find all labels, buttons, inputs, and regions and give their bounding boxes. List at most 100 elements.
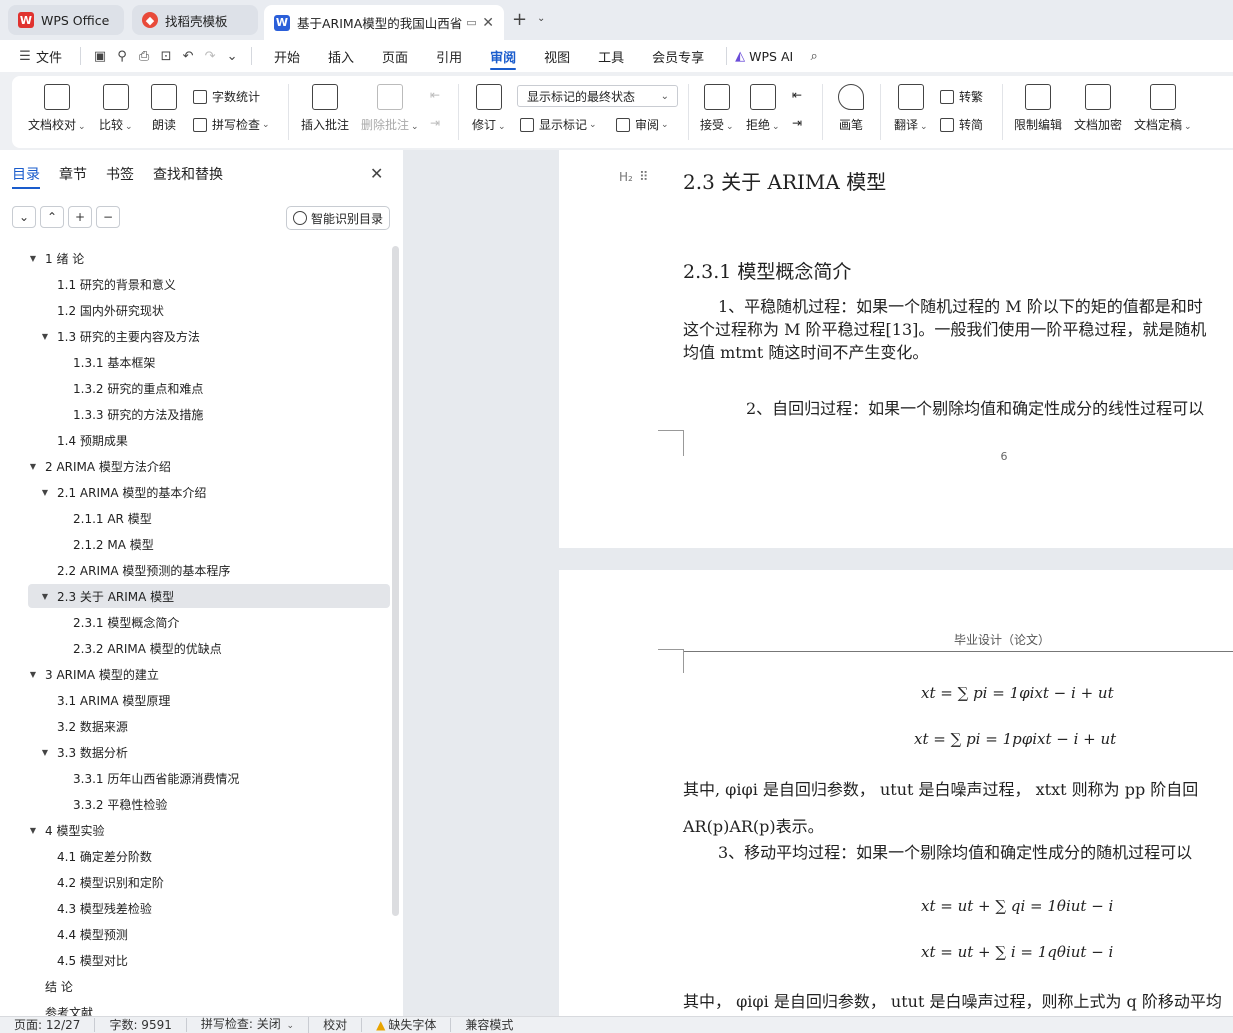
nav-tab-toc[interactable]: 目录 [12, 164, 40, 189]
doc-proof-button[interactable]: 文档校对 ⌄ [28, 84, 86, 133]
toc-item[interactable]: ▼ 1.3 研究的主要内容及方法 [28, 324, 390, 348]
toc-item[interactable]: 2.3.2 ARIMA 模型的优缺点 [28, 636, 390, 660]
toc-item[interactable]: 1.2 国内外研究现状 [28, 298, 390, 322]
toc-item[interactable]: 3.3.2 平稳性检验 [28, 792, 390, 816]
accept-button[interactable]: 接受 ⌄ [700, 84, 734, 133]
undo-icon[interactable]: ↶ [177, 45, 199, 67]
toc-item[interactable]: 3.1 ARIMA 模型原理 [28, 688, 390, 712]
menu-tab-view[interactable]: 视图 [530, 40, 584, 72]
caret-down-icon[interactable]: ▼ [40, 488, 50, 497]
toc-item[interactable]: 1.3.3 研究的方法及措施 [28, 402, 390, 426]
toc-item[interactable]: 4.2 模型识别和定阶 [28, 870, 390, 894]
caret-down-icon[interactable]: ▼ [28, 462, 38, 471]
menu-tab-references[interactable]: 引用 [422, 40, 476, 72]
word-count-indicator[interactable]: 字数: 9591 [95, 1018, 187, 1032]
tab-list-chevron-icon[interactable]: ⌄ [537, 13, 545, 24]
caret-down-icon[interactable]: ▼ [40, 748, 50, 757]
document-canvas[interactable]: H₂ ⠿ 2.3 关于 ARIMA 模型 2.3.1 模型概念简介 1、平稳随机… [403, 150, 1233, 1016]
redo-icon[interactable]: ↷ [199, 45, 221, 67]
expand-level-button[interactable]: ⌃ [40, 206, 64, 228]
show-markup-button[interactable]: 显示标记 ⌄ [520, 116, 597, 133]
markup-mode-select[interactable]: 显示标记的最终状态 ⌄ [517, 85, 678, 107]
to-simplified-button[interactable]: 转简 [940, 116, 983, 133]
page-indicator[interactable]: 页面: 12/27 [0, 1018, 96, 1032]
finalize-button[interactable]: 文档定稿 ⌄ [1134, 84, 1192, 133]
drag-handle-icon[interactable]: ⠿ [639, 170, 649, 185]
hamburger-icon[interactable]: ☰ [14, 45, 36, 67]
next-change-icon[interactable]: ⇥ [792, 116, 802, 130]
add-heading-button[interactable]: + [68, 206, 92, 228]
delete-comment-button[interactable]: 删除批注 ⌄ [361, 84, 419, 133]
toc-item[interactable]: 1.1 研究的背景和意义 [28, 272, 390, 296]
proofread-status[interactable]: 校对 [309, 1018, 363, 1032]
toc-item[interactable]: 参考文献 [28, 1000, 390, 1017]
caret-down-icon[interactable]: ▼ [28, 670, 38, 679]
caret-down-icon[interactable]: ▼ [40, 592, 50, 601]
pen-button[interactable]: 画笔 [838, 84, 864, 133]
encrypt-button[interactable]: 文档加密 [1074, 84, 1122, 133]
review-pane-button[interactable]: 审阅 ⌄ [616, 116, 669, 133]
toc-item[interactable]: 3.3.1 历年山西省能源消费情况 [28, 766, 390, 790]
track-changes-button[interactable]: 修订 ⌄ [472, 84, 506, 133]
tab-wps-office[interactable]: W WPS Office [8, 5, 124, 35]
menu-tab-review[interactable]: 审阅 [476, 40, 530, 72]
close-icon[interactable]: ✕ [482, 15, 494, 31]
print-preview-icon[interactable]: ⊡ [155, 45, 177, 67]
prev-comment-icon[interactable]: ⇤ [430, 88, 440, 102]
remove-heading-button[interactable]: − [96, 206, 120, 228]
caret-down-icon[interactable]: ▼ [28, 254, 38, 263]
spell-check-status[interactable]: 拼写检查: 关闭 ⌄ [187, 1017, 310, 1033]
nav-tab-bookmarks[interactable]: 书签 [106, 164, 134, 189]
toc-item[interactable]: 1.3.1 基本框架 [28, 350, 390, 374]
menu-tab-tools[interactable]: 工具 [584, 40, 638, 72]
spell-check-button[interactable]: 拼写检查 ⌄ [193, 116, 270, 133]
wps-ai-button[interactable]: WPS AI [749, 49, 793, 64]
next-comment-icon[interactable]: ⇥ [430, 116, 440, 130]
new-tab-plus-icon[interactable]: + [512, 9, 527, 30]
missing-font-status[interactable]: ▲ 缺失字体 [362, 1018, 452, 1032]
toc-item[interactable]: 2.1.1 AR 模型 [28, 506, 390, 530]
toc-item[interactable]: 4.3 模型残差检验 [28, 896, 390, 920]
search-icon[interactable]: ⌕ [803, 45, 825, 67]
collapse-level-button[interactable]: ⌄ [12, 206, 36, 228]
toc-item[interactable]: 2.3.1 模型概念简介 [28, 610, 390, 634]
toc-item[interactable]: 4.4 模型预测 [28, 922, 390, 946]
toc-item[interactable]: 2.1.2 MA 模型 [28, 532, 390, 556]
nav-tab-find-replace[interactable]: 查找和替换 [153, 164, 223, 189]
close-icon[interactable]: ✕ [370, 164, 383, 183]
menu-tab-home[interactable]: 开始 [260, 40, 314, 72]
caret-down-icon[interactable]: ▼ [28, 826, 38, 835]
smart-toc-button[interactable]: 智能识别目录 [286, 206, 390, 230]
toc-item[interactable]: 1.3.2 研究的重点和难点 [28, 376, 390, 400]
compare-button[interactable]: 比较 ⌄ [99, 84, 133, 133]
menu-tab-page[interactable]: 页面 [368, 40, 422, 72]
menu-tab-membership[interactable]: 会员专享 [638, 40, 718, 72]
tab-current-document[interactable]: W 基于ARIMA模型的我国山西省 ▭ ✕ [264, 5, 504, 40]
menu-tab-insert[interactable]: 插入 [314, 40, 368, 72]
caret-down-icon[interactable]: ▼ [40, 332, 50, 341]
prev-change-icon[interactable]: ⇤ [792, 88, 802, 102]
restrict-edit-button[interactable]: 限制编辑 [1014, 84, 1062, 133]
tab-docer-templates[interactable]: ◆ 找稻壳模板 [132, 5, 258, 35]
toc-item[interactable]: ▼ 3.3 数据分析 [28, 740, 390, 764]
toc-item[interactable]: 4.5 模型对比 [28, 948, 390, 972]
insert-comment-button[interactable]: 插入批注 [301, 84, 349, 133]
sidebar-scrollbar[interactable] [392, 246, 399, 916]
toc-item[interactable]: 1.4 预期成果 [28, 428, 390, 452]
file-menu[interactable]: 文件 [36, 47, 62, 66]
to-traditional-button[interactable]: 转繁 [940, 88, 983, 105]
toc-item[interactable]: ▼ 4 模型实验 [28, 818, 390, 842]
read-aloud-button[interactable]: 朗读 [151, 84, 177, 133]
print-icon[interactable]: ⎙ [133, 45, 155, 67]
toc-item[interactable]: 3.2 数据来源 [28, 714, 390, 738]
save-icon[interactable]: ▣ [89, 45, 111, 67]
toc-item[interactable]: 4.1 确定差分阶数 [28, 844, 390, 868]
toc-item[interactable]: ▼ 1 绪 论 [28, 246, 390, 270]
reject-button[interactable]: 拒绝 ⌄ [746, 84, 780, 133]
toc-item[interactable]: ▼ 3 ARIMA 模型的建立 [28, 662, 390, 686]
word-count-button[interactable]: 字数统计 [193, 88, 260, 105]
toc-item[interactable]: ▼ 2.3 关于 ARIMA 模型 [28, 584, 390, 608]
toc-item[interactable]: 2.2 ARIMA 模型预测的基本程序 [28, 558, 390, 582]
share-icon[interactable]: ⚲ [111, 45, 133, 67]
toc-item[interactable]: ▼ 2.1 ARIMA 模型的基本介绍 [28, 480, 390, 504]
